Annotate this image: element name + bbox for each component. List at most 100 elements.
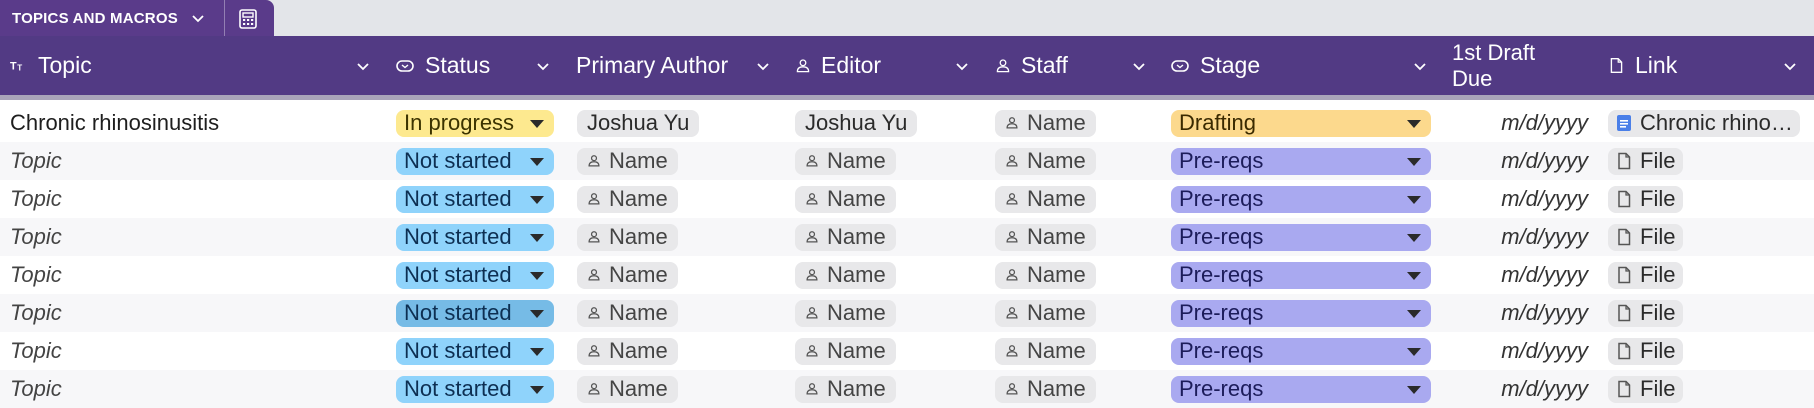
status-dropdown[interactable]: Not started: [396, 261, 554, 289]
editor-chip[interactable]: Name: [795, 299, 896, 327]
column-header-1st-draft-due[interactable]: 1st Draft Due: [1452, 36, 1562, 95]
primary-author-chip[interactable]: Name: [577, 185, 678, 213]
stage-dropdown[interactable]: Pre-reqs: [1171, 375, 1431, 403]
stage-dropdown[interactable]: Drafting: [1171, 109, 1431, 137]
first-draft-due-cell[interactable]: m/d/yyyy: [1440, 332, 1588, 370]
link-cell[interactable]: File: [1608, 332, 1804, 370]
staff-chip[interactable]: Name: [995, 261, 1096, 289]
editor-chip[interactable]: Name: [795, 147, 896, 175]
status-dropdown[interactable]: In progress: [396, 109, 554, 137]
primary-author-chip[interactable]: Name: [577, 147, 678, 175]
chevron-down-icon[interactable]: [755, 58, 771, 74]
primary-author-chip[interactable]: Joshua Yu: [577, 109, 700, 137]
chevron-down-icon[interactable]: [355, 58, 371, 74]
status-dropdown[interactable]: Not started: [396, 375, 554, 403]
status-cell[interactable]: Not started: [396, 256, 554, 294]
staff-chip[interactable]: Name: [995, 109, 1096, 137]
editor-chip[interactable]: Name: [795, 337, 896, 365]
primary-author-chip[interactable]: Name: [577, 261, 678, 289]
status-cell[interactable]: In progress: [396, 104, 554, 142]
staff-cell[interactable]: Name: [995, 332, 1096, 370]
staff-chip[interactable]: Name: [995, 337, 1096, 365]
primary-author-cell[interactable]: Name: [577, 142, 678, 180]
table-row[interactable]: Topic Not started Name Name Name Pre-reqs m/d/…: [0, 180, 1814, 218]
stage-cell[interactable]: Pre-reqs: [1171, 218, 1431, 256]
link-cell[interactable]: File: [1608, 218, 1804, 256]
status-cell[interactable]: Not started: [396, 180, 554, 218]
stage-cell[interactable]: Pre-reqs: [1171, 294, 1431, 332]
status-dropdown[interactable]: Not started: [396, 223, 554, 251]
stage-dropdown[interactable]: Pre-reqs: [1171, 261, 1431, 289]
status-cell[interactable]: Not started: [396, 370, 554, 408]
primary-author-cell[interactable]: Joshua Yu: [577, 104, 700, 142]
primary-author-cell[interactable]: Name: [577, 218, 678, 256]
staff-cell[interactable]: Name: [995, 370, 1096, 408]
file-chip[interactable]: File: [1608, 299, 1684, 327]
staff-chip[interactable]: Name: [995, 223, 1096, 251]
file-chip[interactable]: File: [1608, 147, 1684, 175]
file-chip[interactable]: Chronic rhino…: [1608, 109, 1800, 137]
primary-author-cell[interactable]: Name: [577, 332, 678, 370]
topic-cell[interactable]: Topic: [10, 218, 380, 256]
stage-cell[interactable]: Pre-reqs: [1171, 370, 1431, 408]
primary-author-cell[interactable]: Name: [577, 256, 678, 294]
stage-dropdown[interactable]: Pre-reqs: [1171, 299, 1431, 327]
status-cell[interactable]: Not started: [396, 294, 554, 332]
staff-chip[interactable]: Name: [995, 299, 1096, 327]
table-row[interactable]: Topic Not started Name Name Name Pre-reqs m/d/…: [0, 332, 1814, 370]
editor-cell[interactable]: Name: [795, 256, 896, 294]
link-cell[interactable]: Chronic rhino…: [1608, 104, 1804, 142]
stage-dropdown[interactable]: Pre-reqs: [1171, 223, 1431, 251]
status-dropdown[interactable]: Not started: [396, 337, 554, 365]
first-draft-due-cell[interactable]: m/d/yyyy: [1440, 218, 1588, 256]
link-cell[interactable]: File: [1608, 256, 1804, 294]
primary-author-chip[interactable]: Name: [577, 299, 678, 327]
file-chip[interactable]: File: [1608, 261, 1684, 289]
topic-cell[interactable]: Topic: [10, 256, 380, 294]
status-dropdown[interactable]: Not started: [396, 299, 554, 327]
editor-chip[interactable]: Name: [795, 223, 896, 251]
chevron-down-icon[interactable]: [954, 58, 970, 74]
link-cell[interactable]: File: [1608, 142, 1804, 180]
primary-author-cell[interactable]: Name: [577, 180, 678, 218]
staff-cell[interactable]: Name: [995, 180, 1096, 218]
stage-dropdown[interactable]: Pre-reqs: [1171, 147, 1431, 175]
editor-cell[interactable]: Name: [795, 332, 896, 370]
column-header-editor[interactable]: Editor: [795, 36, 881, 95]
editor-chip[interactable]: Name: [795, 185, 896, 213]
table-row[interactable]: Topic Not started Name Name Name Pre-reqs m/d/…: [0, 370, 1814, 408]
editor-cell[interactable]: Name: [795, 180, 896, 218]
first-draft-due-cell[interactable]: m/d/yyyy: [1440, 256, 1588, 294]
column-header-topic[interactable]: T T Topic: [10, 36, 92, 95]
file-chip[interactable]: File: [1608, 223, 1684, 251]
primary-author-chip[interactable]: Name: [577, 337, 678, 365]
primary-author-cell[interactable]: Name: [577, 294, 678, 332]
first-draft-due-cell[interactable]: m/d/yyyy: [1440, 104, 1588, 142]
file-chip[interactable]: File: [1608, 375, 1684, 403]
chevron-down-icon[interactable]: [1131, 58, 1147, 74]
column-header-stage[interactable]: Stage: [1170, 36, 1260, 95]
editor-chip[interactable]: Name: [795, 261, 896, 289]
topic-cell[interactable]: Topic: [10, 370, 380, 408]
table-row[interactable]: Topic Not started Name Name Name Pre-reqs m/d/…: [0, 294, 1814, 332]
link-cell[interactable]: File: [1608, 370, 1804, 408]
editor-chip[interactable]: Name: [795, 375, 896, 403]
table-row[interactable]: Topic Not started Name Name Name Pre-reqs m/d/…: [0, 218, 1814, 256]
chevron-down-icon[interactable]: [192, 12, 204, 24]
stage-cell[interactable]: Pre-reqs: [1171, 142, 1431, 180]
topic-cell[interactable]: Topic: [10, 332, 380, 370]
status-cell[interactable]: Not started: [396, 142, 554, 180]
stage-cell[interactable]: Pre-reqs: [1171, 180, 1431, 218]
calculator-icon[interactable]: [237, 8, 259, 30]
stage-cell[interactable]: Pre-reqs: [1171, 332, 1431, 370]
status-dropdown[interactable]: Not started: [396, 147, 554, 175]
topic-cell[interactable]: Topic: [10, 180, 380, 218]
primary-author-cell[interactable]: Name: [577, 370, 678, 408]
column-header-staff[interactable]: Staff: [995, 36, 1068, 95]
table-row[interactable]: Topic Not started Name Name Name Pre-reqs m/d/…: [0, 256, 1814, 294]
table-row[interactable]: Topic Not started Name Name Name Pre-reqs m/d/…: [0, 142, 1814, 180]
editor-chip[interactable]: Joshua Yu: [795, 109, 918, 137]
link-cell[interactable]: File: [1608, 294, 1804, 332]
chevron-down-icon[interactable]: [1412, 58, 1428, 74]
staff-chip[interactable]: Name: [995, 147, 1096, 175]
